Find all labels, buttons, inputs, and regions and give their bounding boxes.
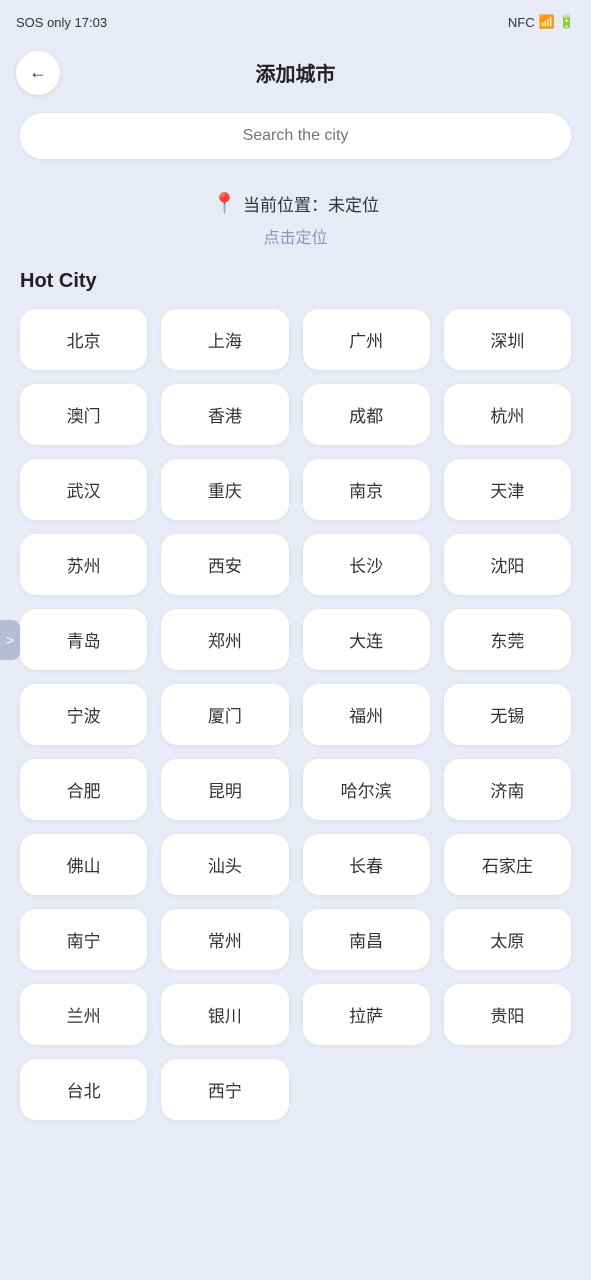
city-button[interactable]: 杭州 <box>444 384 571 445</box>
city-button[interactable]: 沈阳 <box>444 534 571 595</box>
search-input[interactable] <box>20 113 571 159</box>
city-button[interactable]: 西安 <box>161 534 288 595</box>
city-button[interactable]: 南昌 <box>303 909 430 970</box>
back-button[interactable]: ← <box>16 51 60 95</box>
city-button[interactable]: 南京 <box>303 459 430 520</box>
city-button[interactable]: 合肥 <box>20 759 147 820</box>
city-button[interactable]: 西宁 <box>161 1059 288 1120</box>
city-button[interactable]: 银川 <box>161 984 288 1045</box>
side-tab-icon: > <box>6 632 14 648</box>
battery-icon: 🔋 <box>559 14 575 30</box>
city-button[interactable]: 拉萨 <box>303 984 430 1045</box>
city-button[interactable]: 东莞 <box>444 609 571 670</box>
city-button[interactable]: 常州 <box>161 909 288 970</box>
city-button[interactable]: 福州 <box>303 684 430 745</box>
city-button[interactable]: 苏州 <box>20 534 147 595</box>
city-button[interactable]: 大连 <box>303 609 430 670</box>
city-button[interactable]: 昆明 <box>161 759 288 820</box>
city-button[interactable]: 南宁 <box>20 909 147 970</box>
city-button[interactable]: 长沙 <box>303 534 430 595</box>
city-button[interactable]: 石家庄 <box>444 834 571 895</box>
city-button[interactable]: 香港 <box>161 384 288 445</box>
back-arrow-icon: ← <box>29 62 47 83</box>
location-row: 📍 当前位置：未定位 <box>16 191 575 216</box>
city-button[interactable]: 济南 <box>444 759 571 820</box>
city-button[interactable]: 汕头 <box>161 834 288 895</box>
city-button[interactable]: 宁波 <box>20 684 147 745</box>
city-button[interactable]: 成都 <box>303 384 430 445</box>
city-button[interactable]: 哈尔滨 <box>303 759 430 820</box>
city-button[interactable]: 兰州 <box>20 984 147 1045</box>
city-button[interactable]: 广州 <box>303 309 430 370</box>
status-icons: NFC 📶 🔋 <box>508 14 575 30</box>
city-button[interactable]: 长春 <box>303 834 430 895</box>
city-grid: 北京上海广州深圳澳门香港成都杭州武汉重庆南京天津苏州西安长沙沈阳青岛郑州大连东莞… <box>0 301 591 1150</box>
city-button[interactable]: 天津 <box>444 459 571 520</box>
status-bar: SOS only 17:03 NFC 📶 🔋 <box>0 0 591 44</box>
city-button[interactable]: 贵阳 <box>444 984 571 1045</box>
city-button[interactable]: 太原 <box>444 909 571 970</box>
page-title: 添加城市 <box>256 58 336 87</box>
nfc-icon: NFC <box>508 15 535 30</box>
signal-icon: 📶 <box>539 14 555 30</box>
city-button[interactable]: 深圳 <box>444 309 571 370</box>
locate-button[interactable]: 点击定位 <box>16 224 575 248</box>
city-button[interactable]: 上海 <box>161 309 288 370</box>
city-button[interactable]: 郑州 <box>161 609 288 670</box>
city-button[interactable]: 重庆 <box>161 459 288 520</box>
city-button[interactable]: 澳门 <box>20 384 147 445</box>
location-pin-icon: 📍 <box>212 191 237 216</box>
city-button[interactable]: 武汉 <box>20 459 147 520</box>
status-left-text: SOS only 17:03 <box>16 15 107 30</box>
header: ← 添加城市 <box>0 44 591 101</box>
location-section: 📍 当前位置：未定位 点击定位 <box>0 171 591 258</box>
city-button[interactable]: 台北 <box>20 1059 147 1120</box>
city-button[interactable]: 佛山 <box>20 834 147 895</box>
city-button[interactable]: 青岛 <box>20 609 147 670</box>
side-tab[interactable]: > <box>0 620 20 660</box>
hot-city-label: Hot City <box>0 258 591 301</box>
location-text: 当前位置：未定位 <box>243 191 379 216</box>
city-button[interactable]: 无锡 <box>444 684 571 745</box>
search-container <box>0 101 591 171</box>
city-button[interactable]: 北京 <box>20 309 147 370</box>
city-button[interactable]: 厦门 <box>161 684 288 745</box>
